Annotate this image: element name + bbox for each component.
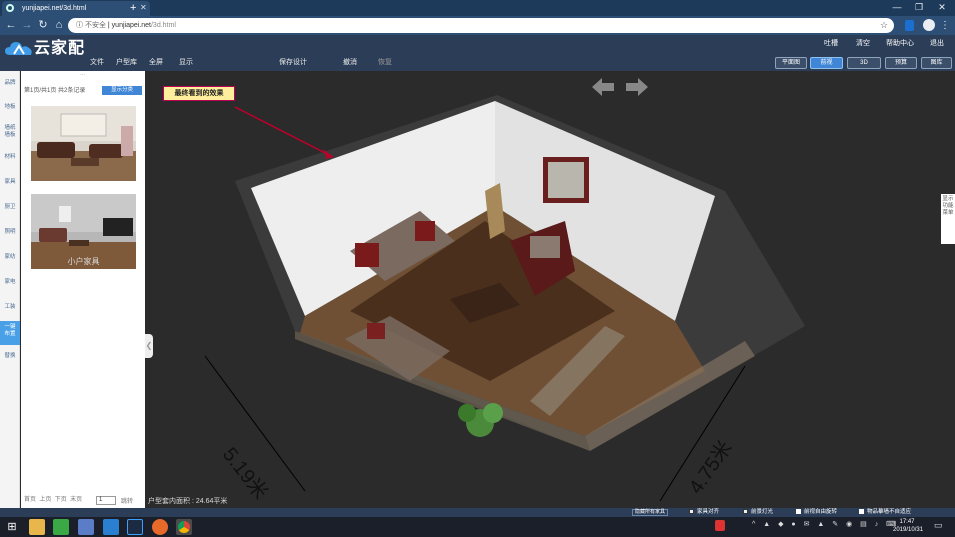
room-thumbnail-1[interactable]: [31, 106, 136, 181]
nav-replace[interactable]: 替换: [0, 353, 20, 360]
logout-link[interactable]: 退出: [930, 38, 944, 50]
menu-save-design[interactable]: 保存设计: [279, 57, 307, 69]
tab-3d[interactable]: 3D: [847, 57, 881, 69]
forward-icon[interactable]: →: [20, 16, 34, 35]
page-number-input[interactable]: 1: [96, 496, 116, 505]
panel-handle[interactable]: ∙∙∙: [80, 72, 85, 78]
rotate-right-arrow-icon[interactable]: [626, 78, 648, 96]
nav-flooring[interactable]: 地板: [0, 104, 20, 111]
prev-page-link[interactable]: 上页: [39, 497, 51, 503]
app-icon[interactable]: [78, 519, 94, 535]
tab-budget[interactable]: 预算: [885, 57, 917, 69]
option-label: 前景灯光: [751, 509, 774, 515]
first-page-link[interactable]: 首页: [24, 497, 36, 503]
feedback-link[interactable]: 吐槽: [824, 38, 838, 50]
system-tray-icons[interactable]: ^ ▲ ◆ ● ✉ ▲ ✎ ◉ ▤ ♪ ⌨: [752, 520, 899, 528]
nav-appliances[interactable]: 家电: [0, 279, 20, 286]
last-page-link[interactable]: 末页: [70, 497, 82, 503]
menu-fullscreen[interactable]: 全屏: [149, 57, 163, 69]
show-category-button[interactable]: 显示分类: [102, 86, 142, 95]
collapse-panel-handle[interactable]: ❮: [145, 334, 153, 358]
pagination: 首页 上页 下页 末页: [24, 496, 82, 504]
security-label: 不安全: [84, 22, 106, 29]
menu-display[interactable]: 显示: [179, 57, 193, 69]
tray-app-icon[interactable]: [715, 520, 725, 531]
nav-furniture[interactable]: 家具: [0, 179, 20, 186]
browser-menu-icon[interactable]: ⋮: [940, 16, 950, 35]
menu-undo[interactable]: 撤消: [343, 57, 357, 69]
option-align-furniture[interactable]: 家具对齐: [689, 509, 719, 516]
firefox-icon[interactable]: [152, 519, 168, 535]
minimize-button[interactable]: —: [885, 0, 909, 14]
clock-date: 2019/10/31: [893, 527, 924, 533]
photoshop-icon[interactable]: [127, 519, 143, 535]
profile-avatar[interactable]: [923, 19, 935, 31]
app-logo-text: 云家配: [34, 40, 86, 57]
option-label: 物品摹墙不自适应: [867, 509, 912, 515]
tab-title: yunjiapei.net/3d.html: [22, 5, 87, 12]
3d-viewport[interactable]: [145, 71, 955, 508]
record-count: 第1页/共1页 共2条记录: [24, 88, 86, 94]
tab-floorplan[interactable]: 平面图: [775, 57, 807, 69]
site-favicon-icon: [6, 4, 14, 12]
checkbox-checked[interactable]: [743, 509, 748, 514]
thumbnail-caption: 小户家具: [67, 257, 100, 266]
close-tab-icon[interactable]: ✕: [140, 0, 147, 15]
menu-floorplan-library[interactable]: 户型库: [116, 57, 137, 69]
next-page-link[interactable]: 下页: [55, 497, 67, 503]
taskbar-clock[interactable]: 17:47 2019/10/31: [893, 518, 924, 534]
home-icon[interactable]: ⌂: [52, 16, 66, 35]
option-wall-adapt[interactable]: 物品摹墙不自适应: [859, 509, 911, 516]
back-icon[interactable]: ←: [4, 16, 18, 35]
chrome-icon[interactable]: [176, 519, 192, 535]
option-label: 家具对齐: [697, 509, 720, 515]
rotate-left-arrow-icon[interactable]: [592, 78, 614, 96]
hide-all-furniture-button[interactable]: 隐藏所有家具: [632, 509, 668, 516]
option-label: 前视自由旋转: [804, 509, 838, 515]
menu-file[interactable]: 文件: [90, 57, 104, 69]
checkbox[interactable]: [859, 509, 864, 514]
help-center-link[interactable]: 帮助中心: [886, 38, 914, 50]
file-explorer-icon[interactable]: [29, 519, 45, 535]
room-render: [204, 95, 805, 502]
cloud-logo-icon: [5, 42, 32, 55]
clock-time: 17:47: [899, 519, 915, 525]
nav-materials[interactable]: 材料: [0, 154, 20, 161]
windows-start-icon[interactable]: ⊞: [4, 519, 20, 535]
option-front-lighting[interactable]: 前景灯光: [743, 509, 773, 516]
room-area-text: 户型套内面积 : 24.64平米: [148, 498, 228, 505]
clear-link[interactable]: 清空: [856, 38, 870, 50]
maximize-button[interactable]: ❐: [907, 0, 931, 14]
menu-redo[interactable]: 恢复: [378, 57, 392, 69]
extension-icon[interactable]: [905, 20, 914, 31]
nav-fixtures[interactable]: 工装: [0, 304, 20, 311]
tab-front-view[interactable]: 前视: [810, 57, 843, 69]
go-page-button[interactable]: 跳转: [121, 496, 133, 505]
nav-wallpaper[interactable]: 墙纸墙板: [0, 125, 20, 139]
url-host: yunjiapei.net: [111, 22, 151, 29]
address-bar[interactable]: ⓘ 不安全 | yunjiapei.net/3d.html: [68, 18, 894, 33]
close-window-button[interactable]: ✕: [930, 0, 954, 14]
vscode-icon[interactable]: [103, 519, 119, 535]
browser-tab[interactable]: yunjiapei.net/3d.html: [2, 1, 150, 16]
annotation-label: 最终看到的效果: [163, 86, 235, 101]
nav-textiles[interactable]: 家纺: [0, 254, 20, 261]
wechat-icon[interactable]: [53, 519, 69, 535]
nav-one-click-layout[interactable]: 一键布置: [0, 321, 20, 345]
tab-gallery[interactable]: 图库: [921, 57, 952, 69]
nav-kitchen-bath[interactable]: 厨卫: [0, 204, 20, 211]
checkbox[interactable]: [796, 509, 801, 514]
option-free-rotation[interactable]: 前视自由旋转: [796, 509, 837, 516]
new-tab-button[interactable]: +: [130, 0, 136, 16]
url-path: /3d.html: [150, 22, 176, 29]
checkbox-checked[interactable]: [689, 509, 694, 514]
nav-lighting[interactable]: 照明: [0, 229, 20, 236]
nav-brand[interactable]: 品牌: [0, 80, 20, 87]
function-menu-tab[interactable]: 显示功能菜单: [941, 194, 955, 244]
notification-icon[interactable]: ▭: [934, 520, 943, 531]
bookmark-star-icon[interactable]: ☆: [880, 18, 888, 33]
reload-icon[interactable]: ↻: [36, 16, 50, 35]
